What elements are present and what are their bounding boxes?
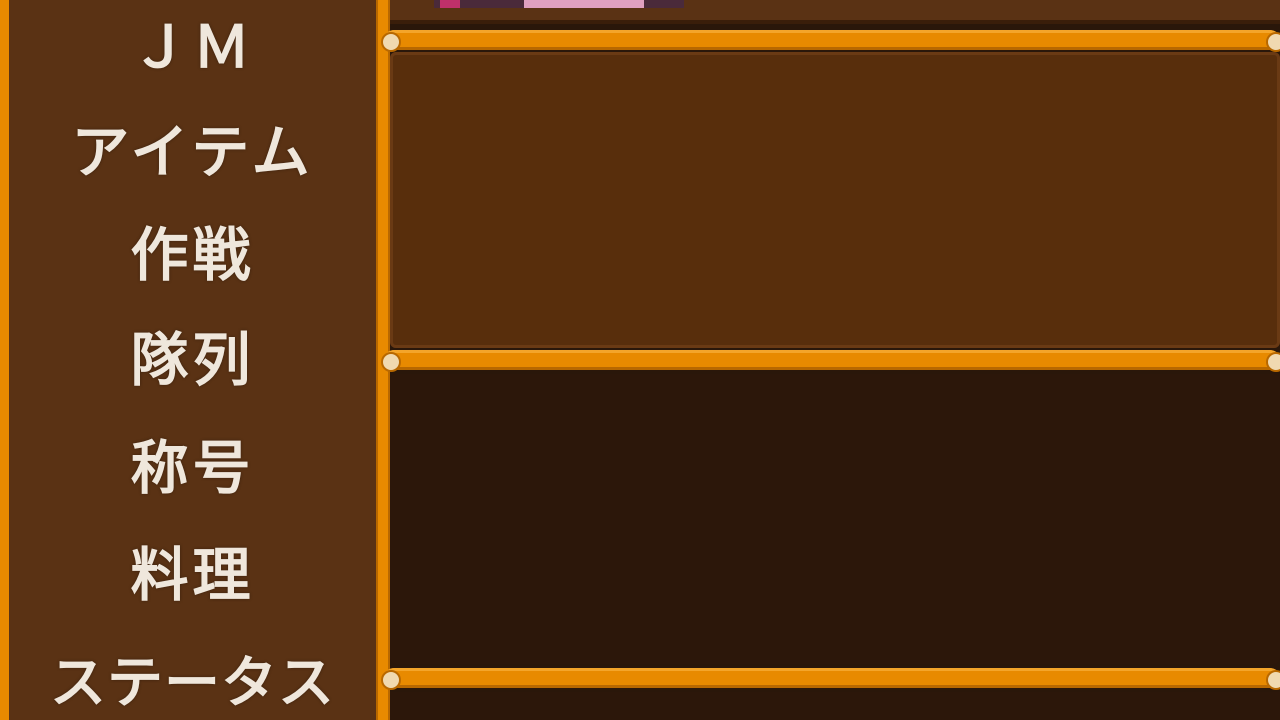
frame-rivet-icon xyxy=(381,32,401,52)
detail-panel xyxy=(390,374,1280,664)
menu-item-label: ステータス xyxy=(50,650,335,716)
menu-item-formation[interactable]: 隊列 xyxy=(9,305,376,405)
menu-item-label: 称号 xyxy=(130,434,255,502)
menu-item-items[interactable]: アイテム xyxy=(9,97,376,197)
menu-item-label: 料理 xyxy=(130,541,255,609)
frame-rivet-icon xyxy=(1266,32,1280,52)
frame-rivet-icon xyxy=(381,670,401,690)
frame-rivet-icon xyxy=(1266,670,1280,690)
menu-item-label: ＪＭ xyxy=(130,13,255,81)
game-screen: ＪＭ アイテム 作戦 隊列 称号 料理 ステータス xyxy=(0,0,1280,720)
character-portrait xyxy=(434,0,684,8)
frame-separator xyxy=(384,30,1280,50)
menu-item-jm[interactable]: ＪＭ xyxy=(9,0,376,92)
menu-item-titles[interactable]: 称号 xyxy=(9,413,376,513)
frame-left-edge xyxy=(0,0,9,720)
frame-rivet-icon xyxy=(1266,352,1280,372)
menu-item-label: 隊列 xyxy=(130,326,255,394)
command-menu: ＪＭ アイテム 作戦 隊列 称号 料理 ステータス xyxy=(9,0,376,720)
frame-rivet-icon xyxy=(381,352,401,372)
info-panel xyxy=(390,52,1280,348)
menu-item-label: 作戦 xyxy=(130,221,255,289)
menu-item-cooking[interactable]: 料理 xyxy=(9,520,376,620)
character-panel-top xyxy=(390,0,1280,24)
bottom-panel xyxy=(390,692,1280,720)
menu-item-strategy[interactable]: 作戦 xyxy=(9,200,376,300)
menu-item-label: アイテム xyxy=(71,118,314,186)
frame-separator xyxy=(384,350,1280,370)
frame-separator xyxy=(384,668,1280,688)
menu-item-status[interactable]: ステータス xyxy=(9,628,376,720)
